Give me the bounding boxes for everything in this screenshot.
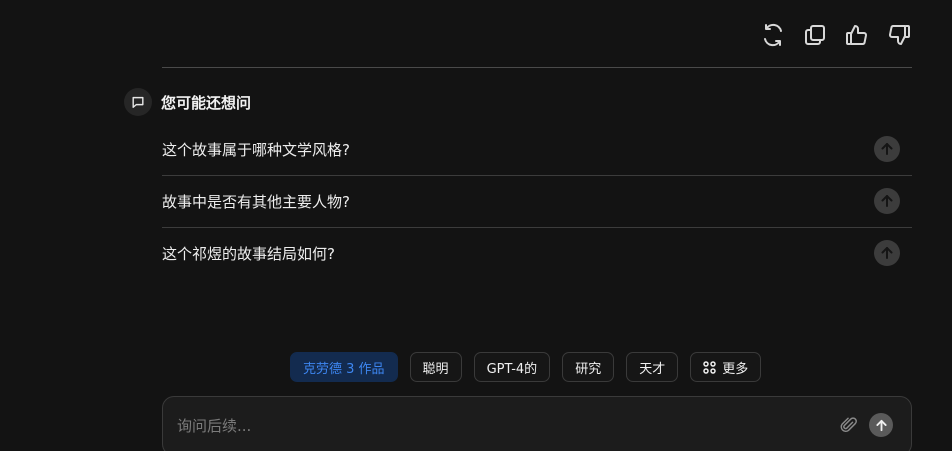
follow-up-input[interactable] bbox=[175, 413, 819, 439]
chat-page: 您可能还想问 这个故事属于哪种文学风格? 故事中是否有其他主要人物? 这个祁煜的… bbox=[0, 0, 952, 451]
model-chip-smart[interactable]: 聪明 bbox=[409, 352, 462, 382]
more-models-label: 更多 bbox=[722, 361, 749, 377]
chat-bubble-icon bbox=[124, 88, 152, 116]
divider bbox=[162, 67, 912, 68]
related-question-text: 这个故事属于哪种文学风格? bbox=[162, 141, 350, 159]
thumbs-down-button[interactable] bbox=[878, 18, 920, 52]
related-question-text: 这个祁煜的故事结局如何? bbox=[162, 245, 335, 263]
arrow-up-icon[interactable] bbox=[874, 188, 900, 214]
model-selector: 克劳德 3 作品 聪明 GPT-4的 研究 天才 更多 bbox=[290, 352, 762, 382]
regenerate-button[interactable] bbox=[752, 18, 794, 52]
paperclip-icon bbox=[840, 417, 857, 433]
model-chip-research[interactable]: 研究 bbox=[562, 352, 615, 382]
copy-button[interactable] bbox=[794, 18, 836, 52]
arrow-up-icon[interactable] bbox=[874, 136, 900, 162]
related-question-item[interactable]: 这个故事属于哪种文学风格? bbox=[162, 124, 912, 176]
model-chip-genius[interactable]: 天才 bbox=[626, 352, 679, 382]
model-chip-gpt4[interactable]: GPT-4的 bbox=[473, 352, 551, 382]
model-chip-claude-opus[interactable]: 克劳德 3 作品 bbox=[290, 352, 398, 382]
related-questions-header: 您可能还想问 bbox=[124, 88, 251, 116]
thumbs-up-icon bbox=[846, 25, 867, 45]
send-button[interactable] bbox=[869, 413, 893, 437]
related-question-item[interactable]: 故事中是否有其他主要人物? bbox=[162, 176, 912, 228]
related-questions-list: 这个故事属于哪种文学风格? 故事中是否有其他主要人物? 这个祁煜的故事结局如何? bbox=[162, 124, 912, 279]
refresh-icon bbox=[764, 23, 782, 47]
arrow-up-icon bbox=[875, 419, 887, 431]
related-question-text: 故事中是否有其他主要人物? bbox=[162, 193, 350, 211]
thumbs-down-icon bbox=[889, 25, 910, 45]
grid-icon bbox=[703, 360, 716, 374]
message-actions bbox=[752, 18, 922, 52]
attach-button[interactable] bbox=[839, 415, 859, 435]
more-models-button[interactable]: 更多 bbox=[690, 352, 762, 382]
related-questions-title: 您可能还想问 bbox=[161, 93, 252, 112]
follow-up-input-box bbox=[162, 396, 912, 451]
arrow-up-icon[interactable] bbox=[874, 240, 900, 266]
thumbs-up-button[interactable] bbox=[836, 18, 878, 52]
copy-icon bbox=[805, 25, 825, 45]
related-question-item[interactable]: 这个祁煜的故事结局如何? bbox=[162, 228, 912, 279]
